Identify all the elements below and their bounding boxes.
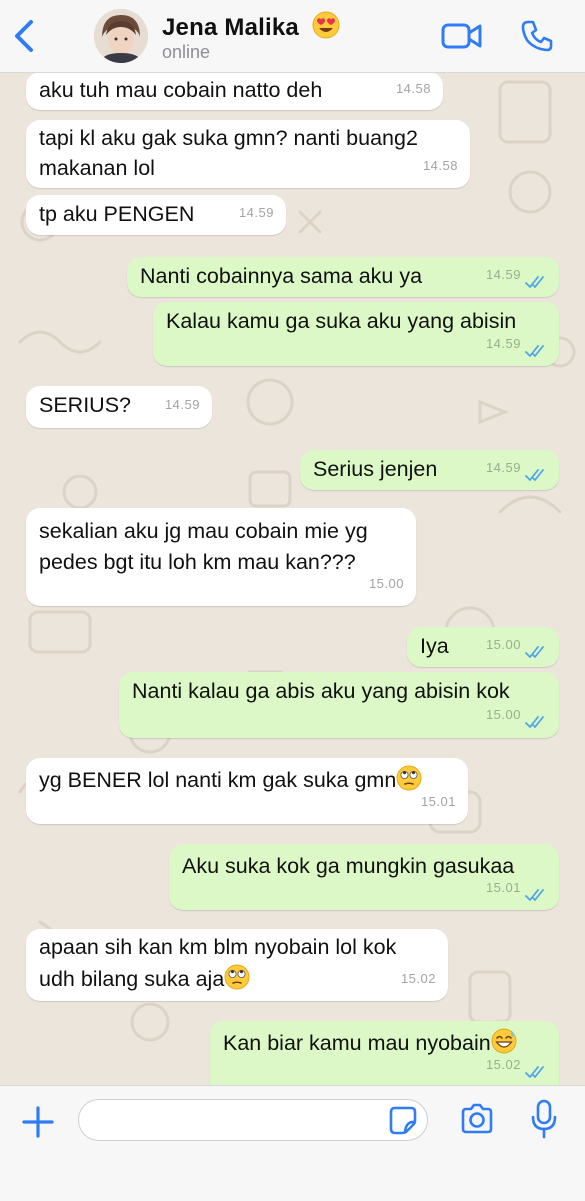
- read-receipt-icon: [525, 1066, 544, 1078]
- message-bubble-incoming[interactable]: yg BENER lol nanti km gak suka gmn 15.01: [26, 758, 468, 824]
- message-text-row: yg BENER lol nanti km gak suka gmn: [39, 764, 422, 796]
- message-text: Kalau kamu ga suka aku yang abisin: [166, 309, 517, 333]
- message-time: 14.59: [485, 336, 521, 351]
- back-chevron-icon[interactable]: [10, 18, 40, 54]
- message-bubble-outgoing[interactable]: Serius jenjen 14.59: [300, 450, 559, 490]
- microphone-icon[interactable]: [530, 1099, 558, 1139]
- message-time: 15.02: [400, 971, 436, 986]
- message-time: 14.59: [164, 397, 200, 412]
- message-text: tapi kl aku gak suka gmn? nanti buang2: [39, 126, 418, 150]
- message-bubble-incoming[interactable]: tapi kl aku gak suka gmn? nanti buang2 m…: [26, 120, 470, 188]
- message-time: 14.59: [485, 460, 521, 475]
- video-call-icon[interactable]: [441, 20, 483, 52]
- message-time: 15.01: [485, 880, 521, 895]
- message-text-line2: udh bilang suka aja: [39, 967, 225, 991]
- message-bubble-incoming[interactable]: sekalian aku jg mau cobain mie yg pedes …: [26, 508, 416, 606]
- message-time: 14.59: [485, 267, 521, 282]
- plus-icon[interactable]: [20, 1104, 56, 1140]
- message-time: 15.00: [485, 707, 521, 722]
- contact-status: online: [162, 42, 211, 62]
- message-time: 15.00: [485, 637, 521, 652]
- message-text: Serius jenjen: [313, 457, 438, 481]
- message-text: Iya: [420, 634, 449, 658]
- message-bubble-outgoing[interactable]: Aku suka kok ga mungkin gasukaa 15.01: [169, 844, 559, 910]
- message-text: apaan sih kan km blm nyobain lol kok: [39, 935, 397, 959]
- message-text: yg BENER lol nanti km gak suka gmn: [39, 768, 397, 792]
- message-time: 14.59: [238, 205, 274, 220]
- read-receipt-icon: [525, 276, 544, 288]
- message-input[interactable]: [78, 1099, 428, 1141]
- message-bubble-outgoing[interactable]: Nanti cobainnya sama aku ya 14.59: [127, 257, 559, 297]
- message-time: 15.01: [420, 794, 456, 809]
- message-text: aku tuh mau cobain natto deh: [39, 78, 323, 102]
- message-bubble-outgoing[interactable]: Iya 15.00: [407, 627, 559, 667]
- sticker-icon[interactable]: [388, 1105, 418, 1135]
- message-time: 14.58: [422, 158, 458, 173]
- message-text-row-line2: udh bilang suka aja: [39, 963, 250, 995]
- read-receipt-icon: [525, 889, 544, 901]
- message-text: Nanti cobainnya sama aku ya: [140, 264, 423, 288]
- phone-icon[interactable]: [520, 19, 554, 53]
- chat-area[interactable]: aku tuh mau cobain natto deh 14.58 tapi …: [0, 72, 585, 1085]
- message-bubble-outgoing[interactable]: Kan biar kamu mau nyobain 15.02: [210, 1021, 559, 1085]
- chat-header: Jena Malika online: [0, 0, 585, 73]
- message-text: Aku suka kok ga mungkin gasukaa: [182, 854, 515, 878]
- contact-avatar[interactable]: [94, 9, 148, 63]
- message-bubble-incoming[interactable]: tp aku PENGEN 14.59: [26, 195, 286, 235]
- face-with-rolling-eyes-emoji-icon: [224, 964, 250, 990]
- message-bubble-incoming[interactable]: aku tuh mau cobain natto deh 14.58: [26, 72, 443, 110]
- message-time: 14.58: [395, 81, 431, 96]
- message-bubble-incoming[interactable]: apaan sih kan km blm nyobain lol kok udh…: [26, 929, 448, 1001]
- message-bubble-outgoing[interactable]: Nanti kalau ga abis aku yang abisin kok …: [119, 672, 559, 738]
- message-time: 15.02: [485, 1057, 521, 1072]
- read-receipt-icon: [525, 716, 544, 728]
- message-text: sekalian aku jg mau cobain mie yg: [39, 519, 368, 543]
- message-text-row: Kan biar kamu mau nyobain: [223, 1027, 517, 1059]
- message-text: Kan biar kamu mau nyobain: [223, 1031, 491, 1055]
- read-receipt-icon: [525, 646, 544, 658]
- message-composer: [0, 1085, 585, 1201]
- face-with-rolling-eyes-emoji-icon: [396, 765, 422, 791]
- contact-name-row[interactable]: Jena Malika: [162, 11, 340, 42]
- message-text: tp aku PENGEN: [39, 202, 195, 226]
- message-text: Nanti kalau ga abis aku yang abisin kok: [132, 679, 510, 703]
- read-receipt-icon: [525, 469, 544, 481]
- message-text-line2: pedes bgt itu loh km mau kan???: [39, 550, 356, 574]
- message-text: SERIUS?: [39, 393, 132, 417]
- message-bubble-incoming[interactable]: SERIUS? 14.59: [26, 386, 212, 428]
- heart-eyes-emoji-icon: [312, 11, 340, 39]
- read-receipt-icon: [525, 345, 544, 357]
- message-time: 15.00: [368, 576, 404, 591]
- message-bubble-outgoing[interactable]: Kalau kamu ga suka aku yang abisin 14.59: [153, 302, 559, 366]
- camera-icon[interactable]: [459, 1103, 495, 1135]
- message-text-line2: makanan lol: [39, 156, 155, 180]
- contact-name: Jena Malika: [162, 14, 299, 41]
